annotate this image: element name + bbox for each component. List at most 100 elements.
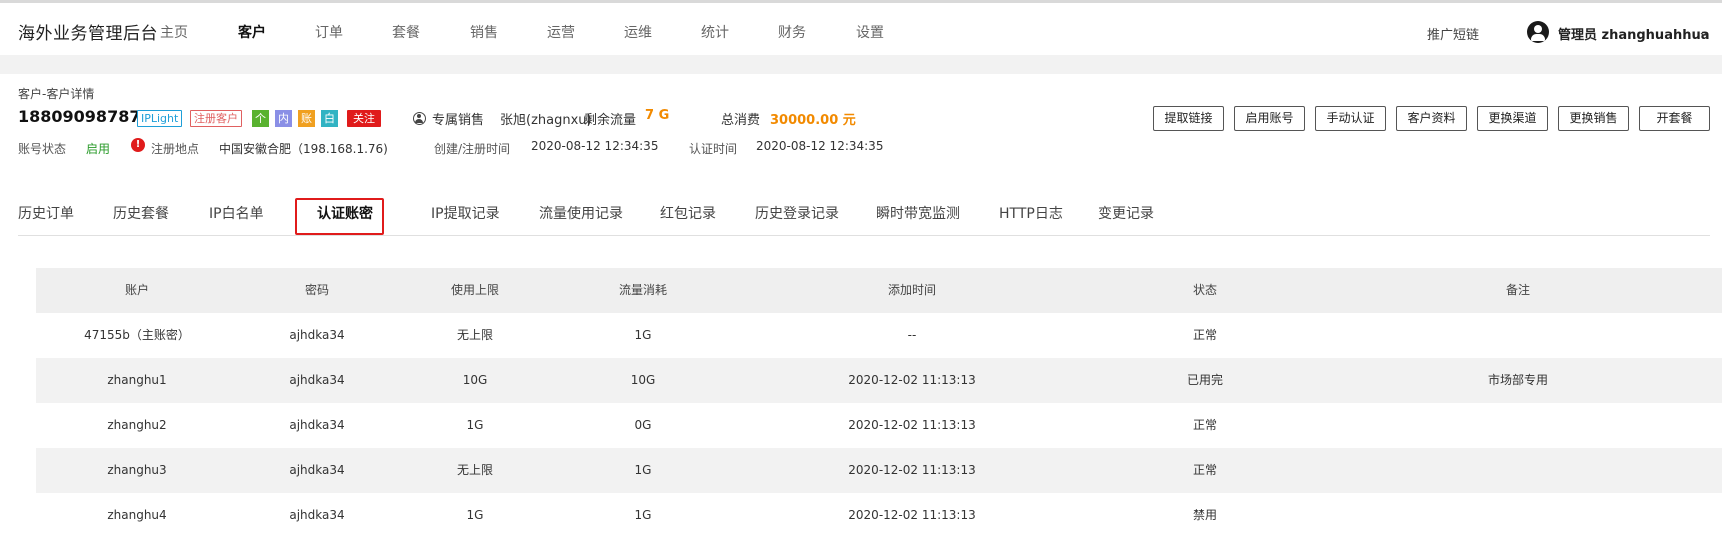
column-header: 添加时间 (887, 283, 937, 297)
cell-usage-limit: 无上限 (456, 328, 494, 342)
follow-tag[interactable]: 关注 (347, 110, 381, 127)
enable-account-button[interactable]: 启用账号 (1234, 106, 1305, 131)
nav-operations[interactable]: 运营 (547, 22, 575, 42)
cell-added-time: 2020-12-02 11:13:13 (848, 373, 976, 387)
tab-order-history[interactable]: 历史订单 (18, 203, 74, 223)
table-row[interactable]: zhanghu4 ajhdka34 1G 1G 2020-12-02 11:13… (36, 493, 1722, 538)
cell-status: 正常 (1192, 418, 1218, 432)
product-tag: IPLight (137, 110, 183, 127)
cell-traffic-used: 0G (634, 418, 652, 432)
cell-traffic-used: 1G (634, 508, 652, 522)
cell-traffic-used: 10G (630, 373, 656, 387)
customer-profile-button[interactable]: 客户资料 (1396, 106, 1467, 131)
cell-traffic-used: 1G (634, 328, 652, 342)
nav-finance[interactable]: 财务 (778, 22, 806, 42)
cell-password: ajhdka34 (289, 463, 345, 477)
cell-account: zhanghu2 (107, 418, 167, 432)
total-spend-value: 30000.00 元 (770, 113, 856, 128)
tab-red-packet-log[interactable]: 红包记录 (660, 203, 716, 223)
main-content: 客户-客户详情 18809098787 IPLight 注册客户 个 内 账 白… (0, 74, 1722, 559)
cell-password: ajhdka34 (289, 508, 345, 522)
active-tab-highlight (295, 198, 384, 235)
nav-maintenance[interactable]: 运维 (624, 22, 652, 42)
table-header: 账户 密码 使用上限 流量消耗 添加时间 状态 备注 (36, 268, 1722, 313)
created-time-label: 创建/注册时间 (434, 142, 511, 156)
table-row[interactable]: zhanghu1 ajhdka34 10G 10G 2020-12-02 11:… (36, 358, 1722, 403)
customer-phone: 18809098787 (18, 107, 141, 126)
nav-statistics[interactable]: 统计 (701, 22, 729, 42)
open-package-button[interactable]: 开套餐 (1639, 106, 1710, 131)
personal-badge: 个 (252, 110, 269, 127)
created-time-value: 2020-08-12 12:34:35 (531, 139, 659, 153)
cell-status: 禁用 (1192, 508, 1218, 522)
sales-label: 专属销售 (432, 113, 485, 128)
user-avatar-icon[interactable] (1527, 21, 1549, 43)
account-status-label: 账号状态 (18, 142, 67, 156)
cell-usage-limit: 1G (466, 508, 484, 522)
cell-account: 47155b（主账密） (84, 328, 190, 342)
cell-added-time: -- (907, 328, 917, 342)
cell-password: ajhdka34 (289, 373, 345, 387)
app-title: 海外业务管理后台 (18, 24, 158, 44)
tab-ip-extract-log[interactable]: IP提取记录 (431, 203, 500, 223)
tab-login-history[interactable]: 历史登录记录 (755, 203, 839, 223)
tabs-divider (18, 235, 1710, 236)
nav-settings[interactable]: 设置 (856, 22, 884, 42)
whitelist-badge: 白 (321, 110, 338, 127)
alert-icon: ! (131, 138, 145, 152)
total-spend-label: 总消费 (721, 113, 761, 128)
cell-status: 正常 (1192, 328, 1218, 342)
column-header: 备注 (1505, 283, 1531, 297)
user-name[interactable]: 管理员 zhanghuahhua (1558, 24, 1710, 43)
cell-account: zhanghu4 (107, 508, 167, 522)
remaining-traffic-value: 7 G (645, 108, 670, 123)
reg-place-value: 中国安徽合肥（198.168.1.76) (219, 142, 388, 156)
cell-note: 市场部专用 (1487, 373, 1549, 387)
nav-sales[interactable]: 销售 (470, 22, 498, 42)
manual-auth-button[interactable]: 手动认证 (1315, 106, 1386, 131)
remaining-traffic-label: 剩余流量 (584, 113, 637, 128)
chevron-down-icon[interactable]: ⌄ (1698, 25, 1709, 40)
nav-packages[interactable]: 套餐 (392, 22, 420, 42)
cell-added-time: 2020-12-02 11:13:13 (848, 418, 976, 432)
nav-orders[interactable]: 订单 (315, 22, 343, 42)
table-row[interactable]: zhanghu2 ajhdka34 1G 0G 2020-12-02 11:13… (36, 403, 1722, 448)
internal-badge: 内 (275, 110, 292, 127)
cell-usage-limit: 1G (466, 418, 484, 432)
top-navbar: 海外业务管理后台 主页 客户 订单 套餐 销售 运营 运维 统计 财务 设置 推… (0, 3, 1722, 55)
promo-short-link[interactable]: 推广短链 (1427, 24, 1479, 43)
auth-time-value: 2020-08-12 12:34:35 (756, 139, 884, 153)
reg-place-label: 注册地点 (151, 142, 200, 156)
tab-bandwidth-monitor[interactable]: 瞬时带宽监测 (876, 203, 960, 223)
tab-change-log[interactable]: 变更记录 (1098, 203, 1154, 223)
nav-home[interactable]: 主页 (160, 22, 188, 42)
breadcrumb: 客户-客户详情 (18, 87, 95, 101)
sales-name: 张旭(zhagnxu) (500, 113, 592, 128)
tab-ip-whitelist[interactable]: IP白名单 (209, 203, 264, 223)
column-header: 流量消耗 (618, 283, 668, 297)
cell-password: ajhdka34 (289, 328, 345, 342)
cell-usage-limit: 10G (462, 373, 488, 387)
cell-account: zhanghu3 (107, 463, 167, 477)
column-header: 使用上限 (450, 283, 500, 297)
tab-package-history[interactable]: 历史套餐 (113, 203, 169, 223)
change-sales-button[interactable]: 更换销售 (1558, 106, 1629, 131)
account-badge: 账 (298, 110, 315, 127)
column-header: 密码 (304, 283, 330, 297)
account-status-value: 启用 (86, 142, 111, 156)
nav-customer[interactable]: 客户 (238, 22, 266, 42)
cell-status: 正常 (1192, 463, 1218, 477)
cell-added-time: 2020-12-02 11:13:13 (848, 508, 976, 522)
column-header: 状态 (1192, 283, 1218, 297)
cell-usage-limit: 无上限 (456, 463, 494, 477)
table-row[interactable]: 47155b（主账密） ajhdka34 无上限 1G -- 正常 (36, 313, 1722, 358)
table-row[interactable]: zhanghu3 ajhdka34 无上限 1G 2020-12-02 11:1… (36, 448, 1722, 493)
tab-http-log[interactable]: HTTP日志 (999, 203, 1063, 223)
extract-link-button[interactable]: 提取链接 (1153, 106, 1224, 131)
user-icon (413, 112, 426, 125)
column-header: 账户 (124, 283, 150, 297)
change-channel-button[interactable]: 更换渠道 (1477, 106, 1548, 131)
tab-traffic-usage-log[interactable]: 流量使用记录 (539, 203, 623, 223)
cell-traffic-used: 1G (634, 463, 652, 477)
cell-status: 已用完 (1186, 373, 1224, 387)
